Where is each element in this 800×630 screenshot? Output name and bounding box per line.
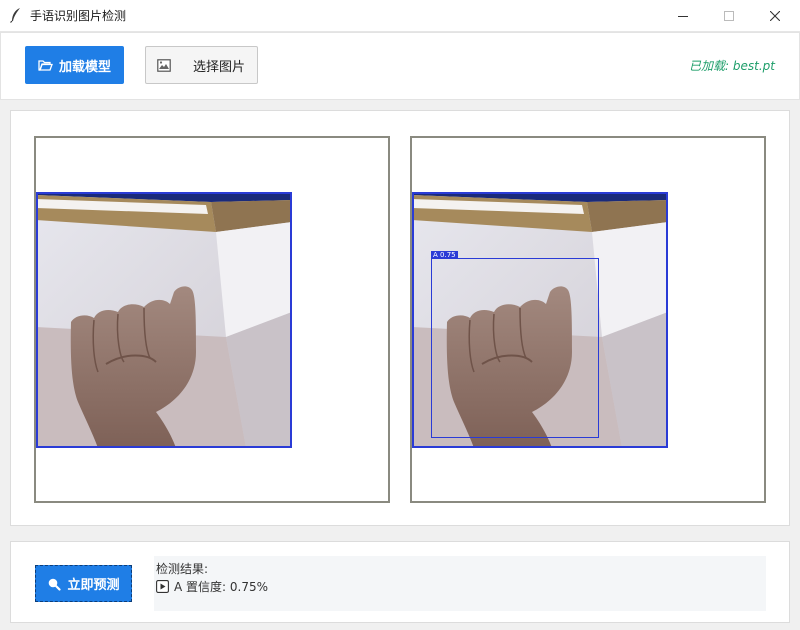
original-image-frame [34, 136, 390, 503]
result-image-frame: A 0.75 [410, 136, 766, 503]
toolbar: 加载模型 选择图片 已加载: best.pt [0, 32, 800, 100]
close-icon [770, 10, 780, 21]
result-box: 检测结果: A 置信度: 0.75% [154, 556, 766, 611]
maximize-icon [724, 10, 734, 21]
close-button[interactable] [752, 0, 798, 31]
window-title: 手语识别图片检测 [30, 9, 127, 23]
select-image-button[interactable]: 选择图片 [145, 46, 258, 84]
minimize-button[interactable] [660, 0, 706, 31]
image-panel: A 0.75 [10, 110, 790, 526]
detection-box [431, 258, 599, 438]
folder-open-icon [38, 59, 53, 71]
load-model-label: 加载模型 [58, 59, 111, 75]
detection-label: A 0.75 [431, 251, 458, 259]
broken-image-icon [157, 58, 171, 72]
model-status-text: 已加载: best.pt [689, 59, 775, 73]
original-image [36, 192, 292, 448]
select-image-label: 选择图片 [193, 59, 246, 75]
search-icon [49, 578, 62, 591]
feather-icon [10, 8, 20, 23]
result-text: A 置信度: 0.75% [174, 580, 269, 594]
load-model-button[interactable]: 加载模型 [25, 46, 124, 84]
play-icon [156, 580, 169, 593]
predict-button[interactable]: 立即预测 [35, 565, 132, 602]
result-line: A 置信度: 0.75% [156, 578, 268, 595]
title-bar: 手语识别图片检测 [0, 0, 800, 32]
minimize-icon [678, 15, 688, 17]
maximize-button[interactable] [706, 0, 752, 31]
predict-label: 立即预测 [67, 578, 120, 593]
result-title: 检测结果: [156, 562, 209, 576]
bottom-panel: 立即预测 检测结果: A 置信度: 0.75% [10, 541, 790, 623]
